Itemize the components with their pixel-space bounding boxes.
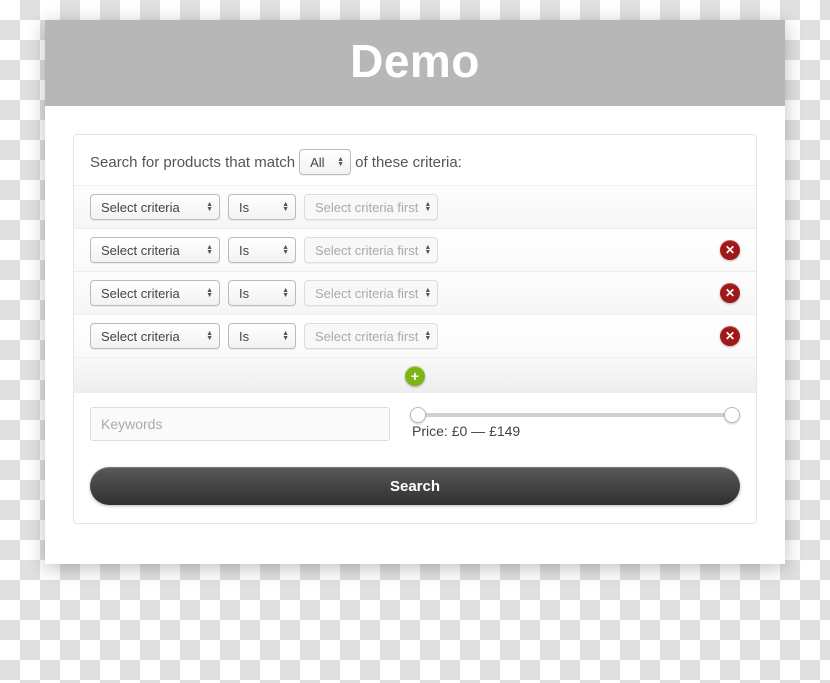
stepper-icon: ▲▼ <box>206 245 213 255</box>
stepper-icon: ▲▼ <box>206 288 213 298</box>
criteria-select-value: Select criteria <box>101 200 180 215</box>
add-row-bar: + <box>74 357 756 392</box>
intro-prefix: Search for products that match <box>90 154 295 171</box>
value-select-value: Select criteria first <box>315 329 418 344</box>
price-slider[interactable] <box>418 413 732 417</box>
close-icon: ✕ <box>725 243 735 257</box>
intro-suffix: of these criteria: <box>355 154 462 171</box>
operator-select-value: Is <box>239 200 249 215</box>
plus-icon: + <box>411 368 419 384</box>
remove-criteria-button[interactable]: ✕ <box>720 283 740 303</box>
criteria-select[interactable]: Select criteria ▲▼ <box>90 237 220 263</box>
stepper-icon: ▲▼ <box>206 202 213 212</box>
match-mode-value: All <box>310 155 324 170</box>
criteria-select-value: Select criteria <box>101 286 180 301</box>
operator-select-value: Is <box>239 243 249 258</box>
value-select[interactable]: Select criteria first ▲▼ <box>304 194 438 220</box>
page-title: Demo <box>45 20 785 106</box>
search-row: Search <box>74 453 756 523</box>
value-select-value: Select criteria first <box>315 200 418 215</box>
content-area: Search for products that match All ▲▼ of… <box>45 106 785 564</box>
remove-criteria-button[interactable]: ✕ <box>720 240 740 260</box>
operator-select[interactable]: Is ▲▼ <box>228 323 296 349</box>
stepper-icon: ▲▼ <box>282 331 289 341</box>
search-button[interactable]: Search <box>90 467 740 505</box>
stepper-icon: ▲▼ <box>424 245 431 255</box>
match-mode-select[interactable]: All ▲▼ <box>299 149 351 175</box>
keywords-price-row: Price: £0 — £149 <box>74 392 756 453</box>
operator-select[interactable]: Is ▲▼ <box>228 237 296 263</box>
criteria-select-value: Select criteria <box>101 243 180 258</box>
stepper-icon: ▲▼ <box>424 202 431 212</box>
criteria-select[interactable]: Select criteria ▲▼ <box>90 194 220 220</box>
criteria-select[interactable]: Select criteria ▲▼ <box>90 323 220 349</box>
stepper-icon: ▲▼ <box>424 288 431 298</box>
criteria-panel: Search for products that match All ▲▼ of… <box>73 134 757 524</box>
stepper-icon: ▲▼ <box>337 157 344 167</box>
close-icon: ✕ <box>725 329 735 343</box>
criteria-intro: Search for products that match All ▲▼ of… <box>74 135 756 185</box>
operator-select[interactable]: Is ▲▼ <box>228 194 296 220</box>
stepper-icon: ▲▼ <box>282 245 289 255</box>
value-select[interactable]: Select criteria first ▲▼ <box>304 323 438 349</box>
criteria-select-value: Select criteria <box>101 329 180 344</box>
remove-criteria-button[interactable]: ✕ <box>720 326 740 346</box>
price-slider-min-handle[interactable] <box>410 407 426 423</box>
criteria-row: Select criteria▲▼Is▲▼Select criteria fir… <box>74 314 756 357</box>
add-criteria-button[interactable]: + <box>405 366 425 386</box>
operator-select-value: Is <box>239 329 249 344</box>
operator-select[interactable]: Is ▲▼ <box>228 280 296 306</box>
close-icon: ✕ <box>725 286 735 300</box>
price-slider-max-handle[interactable] <box>724 407 740 423</box>
stepper-icon: ▲▼ <box>282 288 289 298</box>
stepper-icon: ▲▼ <box>424 331 431 341</box>
value-select-value: Select criteria first <box>315 243 418 258</box>
keywords-input[interactable] <box>90 407 390 441</box>
price-label: Price: £0 — £149 <box>410 423 740 439</box>
criteria-select[interactable]: Select criteria ▲▼ <box>90 280 220 306</box>
value-select[interactable]: Select criteria first ▲▼ <box>304 237 438 263</box>
stepper-icon: ▲▼ <box>206 331 213 341</box>
criteria-row: Select criteria▲▼Is▲▼Select criteria fir… <box>74 185 756 228</box>
demo-window: Demo Search for products that match All … <box>45 20 785 564</box>
stepper-icon: ▲▼ <box>282 202 289 212</box>
criteria-row: Select criteria▲▼Is▲▼Select criteria fir… <box>74 271 756 314</box>
price-slider-area: Price: £0 — £149 <box>410 409 740 439</box>
value-select-value: Select criteria first <box>315 286 418 301</box>
criteria-row: Select criteria▲▼Is▲▼Select criteria fir… <box>74 228 756 271</box>
operator-select-value: Is <box>239 286 249 301</box>
value-select[interactable]: Select criteria first ▲▼ <box>304 280 438 306</box>
